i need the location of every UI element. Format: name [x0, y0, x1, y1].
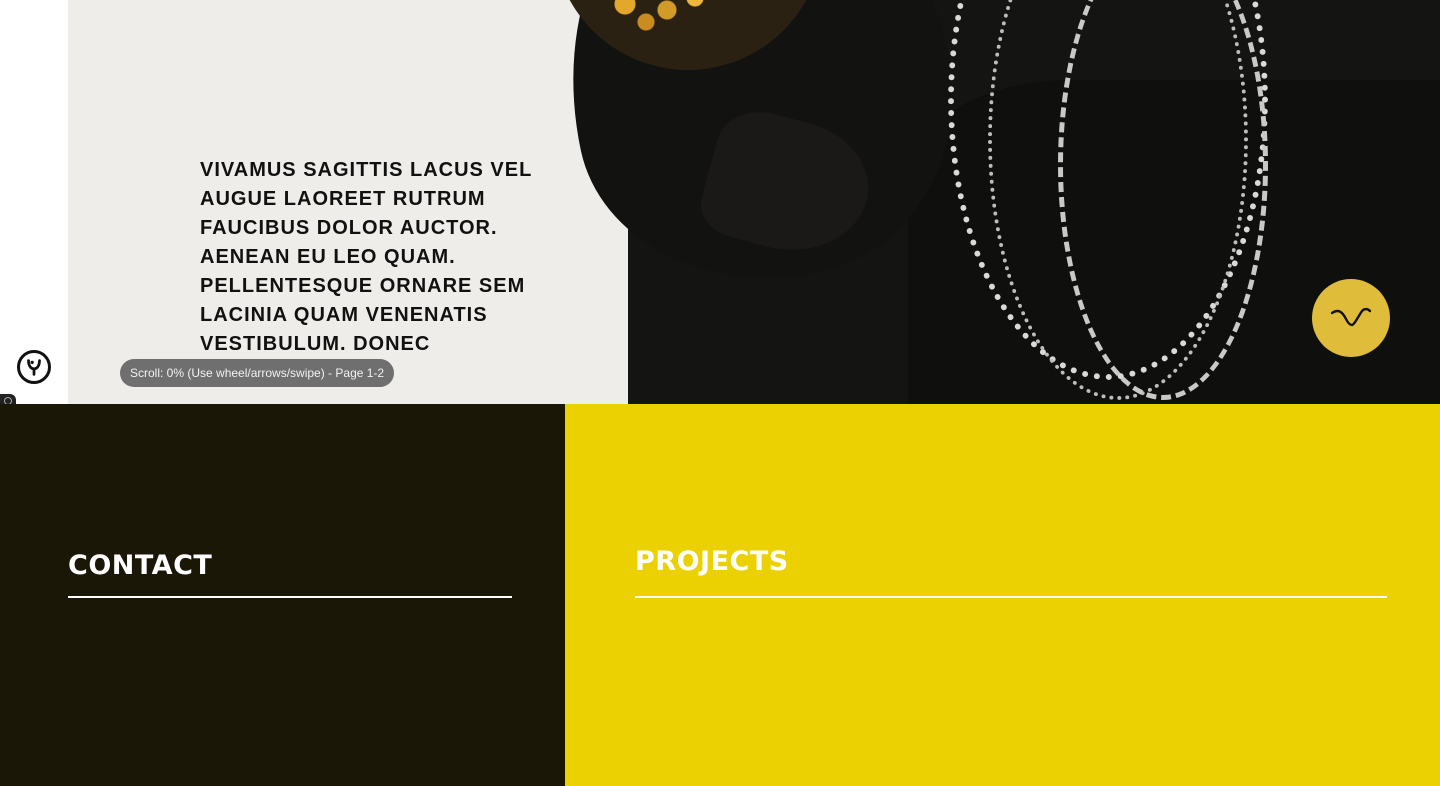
brand-logo-icon[interactable]	[17, 350, 51, 384]
wave-chevron-icon	[1330, 307, 1372, 327]
projects-title[interactable]: PROJECTS	[635, 546, 789, 577]
scroll-indicator: Scroll: 0% (Use wheel/arrows/swipe) - Pa…	[120, 359, 395, 387]
hero-copy: VIVAMUS SAGITTIS LACUS VEL AUGUE LAOREET…	[200, 159, 532, 355]
projects-divider	[635, 596, 1387, 598]
projects-section: PROJECTS	[565, 404, 1440, 786]
hero-section: VIVAMUS SAGITTIS LACUS VEL AUGUE LAOREET…	[68, 0, 1440, 404]
scroll-down-button[interactable]	[1312, 279, 1390, 357]
contact-section: CONTACT	[0, 404, 565, 786]
brand-logo-glyph	[27, 359, 41, 376]
contact-divider	[68, 596, 512, 598]
left-rail	[0, 0, 68, 406]
contact-title[interactable]: CONTACT	[68, 550, 212, 581]
